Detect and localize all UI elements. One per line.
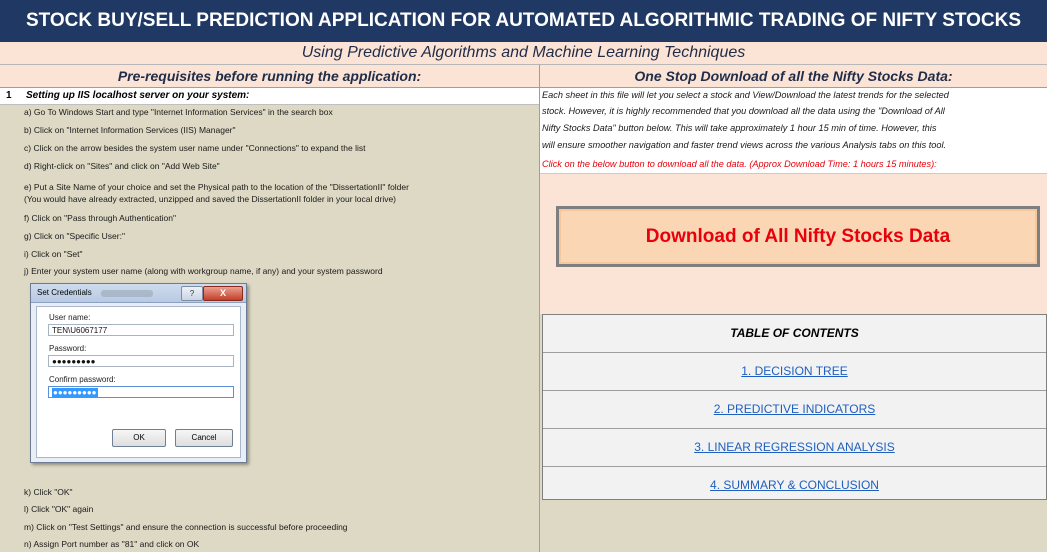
instruction-d: d) Right-click on "Sites" and click on "…	[24, 161, 220, 171]
instruction-l: l) Click "OK" again	[24, 504, 94, 514]
selected-password-text: ●●●●●●●●●	[52, 388, 98, 397]
download-all-button[interactable]: Download of All Nifty Stocks Data	[556, 206, 1040, 267]
instruction-i: i) Click on "Set"	[24, 249, 83, 259]
spreadsheet-sheet: STOCK BUY/SELL PREDICTION APPLICATION FO…	[0, 0, 1047, 552]
dialog-titlebar: Set Credentials ? X	[31, 284, 246, 303]
cancel-button[interactable]: Cancel	[175, 429, 233, 447]
set-credentials-dialog: Set Credentials ? X User name: TEN\U6067…	[30, 283, 247, 463]
toc-link-summary-conclusion[interactable]: 4. SUMMARY & CONCLUSION	[710, 478, 879, 492]
instruction-j: j) Enter your system user name (along wi…	[24, 266, 383, 276]
close-button[interactable]: X	[203, 286, 243, 301]
prerequisites-panel: 1 Setting up IIS localhost server on your…	[0, 88, 540, 552]
app-title-banner: STOCK BUY/SELL PREDICTION APPLICATION FO…	[0, 0, 1047, 42]
blurred-title-text	[101, 290, 153, 297]
instruction-m: m) Click on "Test Settings" and ensure t…	[24, 522, 348, 532]
toc-link-predictive-indicators[interactable]: 2. PREDICTIVE INDICATORS	[714, 402, 876, 416]
toc-row-decision-tree: 1. DECISION TREE	[543, 353, 1046, 391]
step-title-row: 1 Setting up IIS localhost server on your…	[0, 88, 539, 105]
step-number: 1	[6, 90, 12, 101]
prerequisites-heading: Pre-requisites before running the applic…	[0, 65, 540, 88]
ok-button[interactable]: OK	[112, 429, 166, 447]
instruction-g: g) Click on "Specific User:"	[24, 231, 125, 241]
instruction-k: k) Click "OK"	[24, 487, 73, 497]
toc-link-linear-regression[interactable]: 3. LINEAR REGRESSION ANALYSIS	[694, 440, 895, 454]
password-field[interactable]: ●●●●●●●●●	[48, 355, 234, 367]
download-panel: Each sheet in this file will let you sel…	[540, 88, 1047, 552]
dialog-title: Set Credentials	[37, 288, 92, 297]
instruction-e: e) Put a Site Name of your choice and se…	[24, 182, 409, 192]
download-time-note: Click on the below button to download al…	[542, 159, 937, 169]
download-heading: One Stop Download of all the Nifty Stock…	[540, 65, 1047, 88]
instruction-n: n) Assign Port number as "81" and click …	[24, 539, 200, 549]
description-line-1: Each sheet in this file will let you sel…	[542, 90, 949, 100]
username-field[interactable]: TEN\U6067177	[48, 324, 234, 336]
toc-link-decision-tree[interactable]: 1. DECISION TREE	[741, 364, 847, 378]
toc-heading: TABLE OF CONTENTS	[543, 315, 1046, 353]
instruction-c: c) Click on the arrow besides the system…	[24, 143, 366, 153]
description-line-3: Nifty Stocks Data" button below. This wi…	[542, 123, 937, 133]
help-button[interactable]: ?	[181, 286, 203, 301]
username-label: User name:	[49, 313, 91, 322]
toc-row-linear-regression: 3. LINEAR REGRESSION ANALYSIS	[543, 429, 1046, 467]
dialog-body: User name: TEN\U6067177 Password: ●●●●●●…	[36, 306, 241, 458]
instruction-a: a) Go To Windows Start and type "Interne…	[24, 107, 333, 117]
description-line-4: will ensure smoother navigation and fast…	[542, 140, 947, 150]
instruction-b: b) Click on "Internet Information Servic…	[24, 125, 236, 135]
table-of-contents: TABLE OF CONTENTS 1. DECISION TREE 2. PR…	[542, 314, 1047, 500]
download-button-zone: Download of All Nifty Stocks Data	[540, 173, 1047, 314]
instruction-e-note: (You would have already extracted, unzip…	[24, 194, 397, 204]
toc-row-summary: 4. SUMMARY & CONCLUSION	[543, 467, 1046, 504]
toc-row-predictive-indicators: 2. PREDICTIVE INDICATORS	[543, 391, 1046, 429]
step-title: Setting up IIS localhost server on your …	[26, 90, 250, 101]
description-line-2: stock. However, it is highly recommended…	[542, 106, 945, 116]
password-label: Password:	[49, 344, 87, 353]
app-subtitle: Using Predictive Algorithms and Machine …	[0, 42, 1047, 65]
confirm-password-label: Confirm password:	[49, 375, 116, 384]
confirm-password-field[interactable]: ●●●●●●●●●	[48, 386, 234, 398]
instruction-f: f) Click on "Pass through Authentication…	[24, 213, 177, 223]
download-description: Each sheet in this file will let you sel…	[540, 88, 1047, 173]
